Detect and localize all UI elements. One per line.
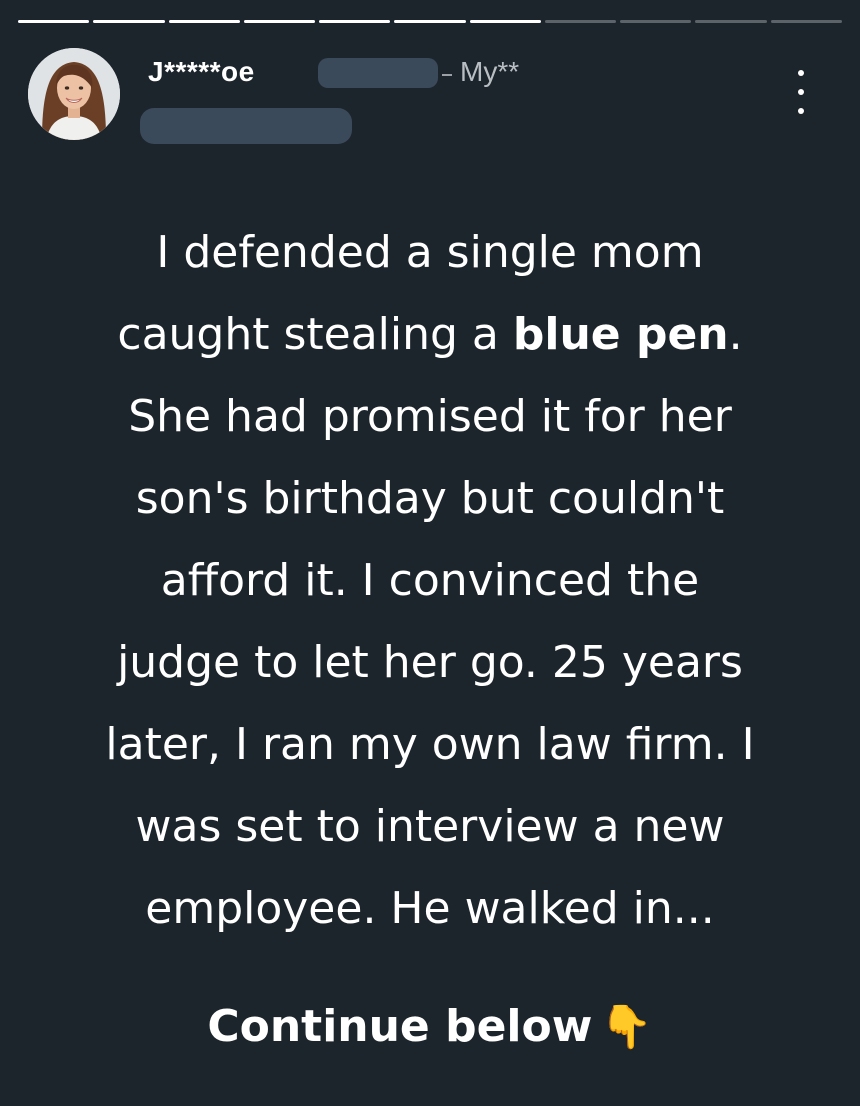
more-vertical-icon-dot [798, 89, 804, 95]
profile-photo-icon [28, 48, 120, 140]
more-vertical-icon [798, 70, 804, 76]
story-progress-segment [394, 20, 466, 23]
continue-text: Continue below [207, 1001, 593, 1052]
story-progress-fill [18, 20, 90, 23]
story-progress-segment [168, 20, 240, 23]
story-progress-segment [695, 20, 767, 23]
story-progress-fill [469, 20, 541, 23]
audience-label: My** [460, 56, 520, 87]
story-line: was set to interview a new [135, 801, 725, 852]
story-line: caught stealing a blue pen. [117, 309, 743, 360]
story-progress-bar [18, 20, 842, 23]
story-progress-segment [93, 20, 165, 23]
story-text: I defended a single mom caught stealing … [40, 212, 820, 950]
story-line: She had promised it for her [128, 391, 732, 442]
redaction-block [140, 108, 352, 144]
story-progress-segment [770, 20, 842, 23]
avatar[interactable] [28, 48, 120, 140]
highlighted-text: blue pen [512, 309, 729, 360]
continue-below-label: Continue below 👇 [0, 992, 860, 1062]
separator [442, 74, 452, 76]
story-line: later, I ran my own law firm. I [105, 719, 755, 770]
story-progress-segment [243, 20, 316, 23]
pointing-down-hand-icon: 👇 [600, 1002, 653, 1051]
story-progress-segment [469, 20, 541, 23]
story-progress-segment [544, 20, 617, 23]
username[interactable]: J*****oe [148, 56, 255, 88]
redaction-block [318, 58, 438, 88]
more-options-button[interactable] [784, 70, 818, 114]
story-line: I defended a single mom [156, 227, 704, 278]
story-progress-segment [319, 20, 391, 23]
story-progress-segment [620, 20, 692, 23]
more-vertical-icon-dot [798, 108, 804, 114]
story-progress-fill [243, 20, 316, 23]
story-progress-fill [168, 20, 240, 23]
story-line: son's birthday but couldn't [135, 473, 725, 524]
story-progress-fill [93, 20, 165, 23]
story-progress-segment [18, 20, 90, 23]
story-progress-fill [319, 20, 391, 23]
story-line: judge to let her go. 25 years [117, 637, 743, 688]
story-progress-fill [394, 20, 466, 23]
story-line: afford it. I convinced the [160, 555, 700, 606]
story-line: employee. He walked in... [145, 883, 715, 934]
